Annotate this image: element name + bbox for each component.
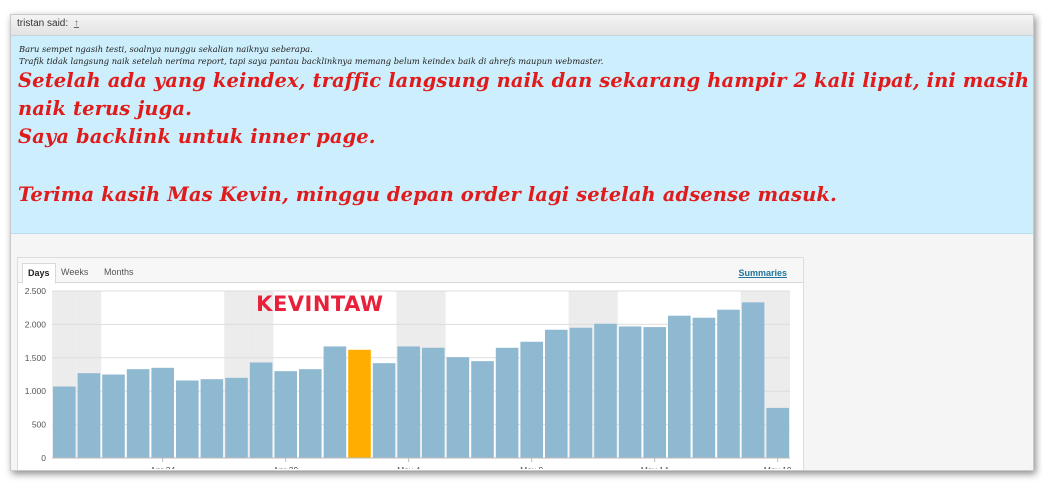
views-bar-chart: 0 500 1.000 1.500 2.000 2.500 Apr 24 Apr 29 May … [25,286,792,469]
chart-bar [372,363,396,458]
comment-author: tristan said: ↑ [17,18,79,29]
stats-chart-panel: Days Weeks Months Summaries 0 500 1.000 1.5… [17,257,804,470]
chart-bar [397,346,420,458]
chart-bar [741,302,765,458]
highlight-text-line: Setelah ada yang keindex, traffic langsu… [18,69,1030,92]
chart-bar [471,361,494,458]
comment-header: tristan said: ↑ [11,15,1033,36]
x-tick-label: May 9 [520,465,543,469]
chart-bar [717,309,740,458]
chart-bar [102,374,125,458]
x-tick-label: Apr 29 [273,465,298,469]
chart-bar [569,327,593,458]
x-tick-label: May 14 [641,465,669,469]
chart-bar [176,380,199,458]
chart-bar [299,369,322,458]
y-tick-label: 0 [41,453,46,463]
chart-bar [422,347,445,458]
period-tabs: Days Weeks Months Summaries [18,258,803,284]
chart-bar [151,367,174,458]
x-tick-label: Apr 24 [150,465,175,469]
chart-bar [668,315,691,458]
y-tick-label: 1.000 [25,386,47,396]
tab-weeks[interactable]: Weeks [56,263,93,282]
chart-bar [766,407,789,458]
chart-bar [594,323,617,458]
chart-bar [274,371,297,458]
chart-bar [200,379,224,458]
chart-bar [323,346,347,458]
chart-bar [126,369,150,458]
chart-bar [249,362,273,458]
x-tick-label: May 19 [764,465,792,469]
watermark-text: KEVINTAW [256,292,383,316]
chart-bar [348,349,371,458]
chart-bar [545,329,568,458]
highlight-text-line: Saya backlink untuk inner page. [18,125,376,148]
highlight-text-line: Terima kasih Mas Kevin, minggu depan ord… [18,183,837,206]
chart-bar [618,326,642,458]
comment-body: Baru sempet ngasih testi, soalnya nunggu… [11,36,1033,234]
x-tick-label: May 4 [397,465,420,469]
chart-bar [225,377,248,458]
tab-days[interactable]: Days [22,263,56,284]
highlight-text-line: naik terus juga. [18,97,193,120]
author-name: tristan said: [17,18,69,29]
tab-months[interactable]: Months [99,263,139,282]
chart-bar [643,327,666,458]
comment-text-line: Baru sempet ngasih testi, soalnya nunggu… [19,44,313,54]
chart-bar [77,373,101,458]
permalink-arrow-icon[interactable]: ↑ [74,18,79,29]
chart-bar [446,357,470,458]
y-tick-label: 500 [32,420,46,430]
y-tick-label: 1.500 [25,353,47,363]
summaries-link[interactable]: Summaries [738,268,787,278]
y-tick-label: 2.500 [25,286,47,296]
chart-bar [495,347,519,458]
comment-text-line: Trafik tidak langsung naik setelah nerim… [19,56,604,66]
chart-bar [692,317,716,458]
comment-frame: tristan said: ↑ Baru sempet ngasih testi… [10,14,1034,471]
y-tick-label: 2.000 [25,319,47,329]
chart-bar [53,386,76,458]
chart-bar [520,341,543,458]
